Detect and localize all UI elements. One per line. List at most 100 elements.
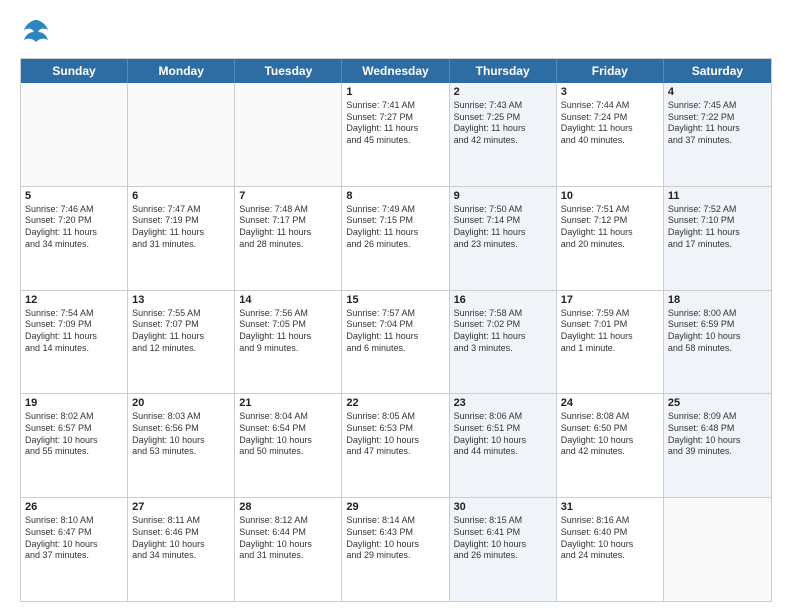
calendar-cell: 25Sunrise: 8:09 AMSunset: 6:48 PMDayligh… — [664, 394, 771, 497]
cell-info-line: Sunset: 7:24 PM — [561, 112, 659, 124]
logo — [20, 16, 50, 50]
cell-info-line: Sunrise: 7:45 AM — [668, 100, 767, 112]
cell-info-line: Sunset: 6:54 PM — [239, 423, 337, 435]
calendar-row-0: 1Sunrise: 7:41 AMSunset: 7:27 PMDaylight… — [21, 83, 771, 186]
day-number: 11 — [668, 190, 767, 202]
cell-info-line: Sunrise: 7:56 AM — [239, 308, 337, 320]
cell-info-line: Sunrise: 7:58 AM — [454, 308, 552, 320]
cell-info-line: and 24 minutes. — [561, 550, 659, 562]
cell-info-line: Sunset: 6:44 PM — [239, 527, 337, 539]
day-number: 24 — [561, 397, 659, 409]
cell-info-line: Sunset: 7:22 PM — [668, 112, 767, 124]
calendar-body: 1Sunrise: 7:41 AMSunset: 7:27 PMDaylight… — [21, 83, 771, 601]
cell-info-line: Sunrise: 8:15 AM — [454, 515, 552, 527]
calendar-cell: 20Sunrise: 8:03 AMSunset: 6:56 PMDayligh… — [128, 394, 235, 497]
cell-info-line: Sunrise: 7:54 AM — [25, 308, 123, 320]
calendar-cell: 31Sunrise: 8:16 AMSunset: 6:40 PMDayligh… — [557, 498, 664, 601]
cell-info-line: Sunrise: 7:57 AM — [346, 308, 444, 320]
day-number: 9 — [454, 190, 552, 202]
cell-info-line: and 44 minutes. — [454, 446, 552, 458]
cell-info-line: Daylight: 11 hours — [346, 331, 444, 343]
cell-info-line: Sunset: 6:40 PM — [561, 527, 659, 539]
calendar-cell — [664, 498, 771, 601]
cell-info-line: Daylight: 11 hours — [346, 227, 444, 239]
cell-info-line: Sunrise: 8:06 AM — [454, 411, 552, 423]
calendar-cell: 6Sunrise: 7:47 AMSunset: 7:19 PMDaylight… — [128, 187, 235, 290]
cell-info-line: Sunrise: 7:50 AM — [454, 204, 552, 216]
day-number: 28 — [239, 501, 337, 513]
cell-info-line: Sunset: 6:53 PM — [346, 423, 444, 435]
cell-info-line: and 37 minutes. — [25, 550, 123, 562]
cell-info-line: and 17 minutes. — [668, 239, 767, 251]
cell-info-line: and 6 minutes. — [346, 343, 444, 355]
cell-info-line: Sunset: 6:56 PM — [132, 423, 230, 435]
calendar-cell — [235, 83, 342, 186]
cell-info-line: Sunset: 7:01 PM — [561, 319, 659, 331]
calendar-row-3: 19Sunrise: 8:02 AMSunset: 6:57 PMDayligh… — [21, 393, 771, 497]
calendar-cell: 5Sunrise: 7:46 AMSunset: 7:20 PMDaylight… — [21, 187, 128, 290]
cell-info-line: Sunrise: 7:41 AM — [346, 100, 444, 112]
calendar-row-2: 12Sunrise: 7:54 AMSunset: 7:09 PMDayligh… — [21, 290, 771, 394]
day-number: 23 — [454, 397, 552, 409]
day-header-wednesday: Wednesday — [342, 59, 449, 83]
calendar-cell: 28Sunrise: 8:12 AMSunset: 6:44 PMDayligh… — [235, 498, 342, 601]
day-number: 2 — [454, 86, 552, 98]
cell-info-line: and 40 minutes. — [561, 135, 659, 147]
calendar-cell: 1Sunrise: 7:41 AMSunset: 7:27 PMDaylight… — [342, 83, 449, 186]
day-number: 18 — [668, 294, 767, 306]
page: SundayMondayTuesdayWednesdayThursdayFrid… — [0, 0, 792, 612]
cell-info-line: Sunrise: 8:10 AM — [25, 515, 123, 527]
cell-info-line: Sunset: 7:20 PM — [25, 215, 123, 227]
calendar-row-1: 5Sunrise: 7:46 AMSunset: 7:20 PMDaylight… — [21, 186, 771, 290]
cell-info-line: and 55 minutes. — [25, 446, 123, 458]
cell-info-line: Sunrise: 7:52 AM — [668, 204, 767, 216]
cell-info-line: Daylight: 10 hours — [25, 435, 123, 447]
cell-info-line: and 42 minutes. — [454, 135, 552, 147]
cell-info-line: Sunrise: 8:09 AM — [668, 411, 767, 423]
cell-info-line: Sunrise: 8:14 AM — [346, 515, 444, 527]
cell-info-line: and 34 minutes. — [25, 239, 123, 251]
cell-info-line: and 31 minutes. — [132, 239, 230, 251]
cell-info-line: Sunrise: 7:55 AM — [132, 308, 230, 320]
cell-info-line: and 53 minutes. — [132, 446, 230, 458]
calendar-cell: 2 Sunrise: 7:43 AMSunset: 7:25 PMDaylight… — [450, 83, 557, 186]
cell-info-line: Sunset: 6:43 PM — [346, 527, 444, 539]
cell-info-line: Daylight: 10 hours — [668, 331, 767, 343]
calendar-cell: 24Sunrise: 8:08 AMSunset: 6:50 PMDayligh… — [557, 394, 664, 497]
cell-info-line: Daylight: 10 hours — [132, 435, 230, 447]
cell-info-line: Daylight: 11 hours — [25, 227, 123, 239]
calendar-cell — [128, 83, 235, 186]
day-header-saturday: Saturday — [664, 59, 771, 83]
cell-info-line: Sunrise: 7:48 AM — [239, 204, 337, 216]
cell-info-line: Sunset: 7:15 PM — [346, 215, 444, 227]
day-number: 8 — [346, 190, 444, 202]
calendar-cell: 21Sunrise: 8:04 AMSunset: 6:54 PMDayligh… — [235, 394, 342, 497]
cell-info-line: and 3 minutes. — [454, 343, 552, 355]
day-number: 3 — [561, 86, 659, 98]
cell-info-line: Daylight: 10 hours — [454, 435, 552, 447]
cell-info-line: Sunrise: 7:43 AM — [454, 100, 552, 112]
calendar-cell: 29Sunrise: 8:14 AMSunset: 6:43 PMDayligh… — [342, 498, 449, 601]
cell-info-line: Daylight: 11 hours — [668, 227, 767, 239]
cell-info-line: and 34 minutes. — [132, 550, 230, 562]
cell-info-line: Sunset: 6:48 PM — [668, 423, 767, 435]
logo-bird-icon — [22, 18, 50, 50]
cell-info-line: Daylight: 11 hours — [454, 123, 552, 135]
header — [20, 16, 772, 50]
day-number: 26 — [25, 501, 123, 513]
cell-info-line: Sunset: 7:10 PM — [668, 215, 767, 227]
cell-info-line: Sunset: 7:05 PM — [239, 319, 337, 331]
day-number: 14 — [239, 294, 337, 306]
day-number: 25 — [668, 397, 767, 409]
day-number: 16 — [454, 294, 552, 306]
calendar-cell: 8Sunrise: 7:49 AMSunset: 7:15 PMDaylight… — [342, 187, 449, 290]
calendar-cell: 11 Sunrise: 7:52 AMSunset: 7:10 PMDayligh… — [664, 187, 771, 290]
cell-info-line: Sunset: 6:50 PM — [561, 423, 659, 435]
calendar-header-row: SundayMondayTuesdayWednesdayThursdayFrid… — [21, 59, 771, 83]
calendar-cell: 19Sunrise: 8:02 AMSunset: 6:57 PMDayligh… — [21, 394, 128, 497]
cell-info-line: Sunset: 7:02 PM — [454, 319, 552, 331]
cell-info-line: Sunset: 7:25 PM — [454, 112, 552, 124]
cell-info-line: Sunset: 7:04 PM — [346, 319, 444, 331]
cell-info-line: Sunrise: 8:00 AM — [668, 308, 767, 320]
cell-info-line: Sunrise: 7:59 AM — [561, 308, 659, 320]
